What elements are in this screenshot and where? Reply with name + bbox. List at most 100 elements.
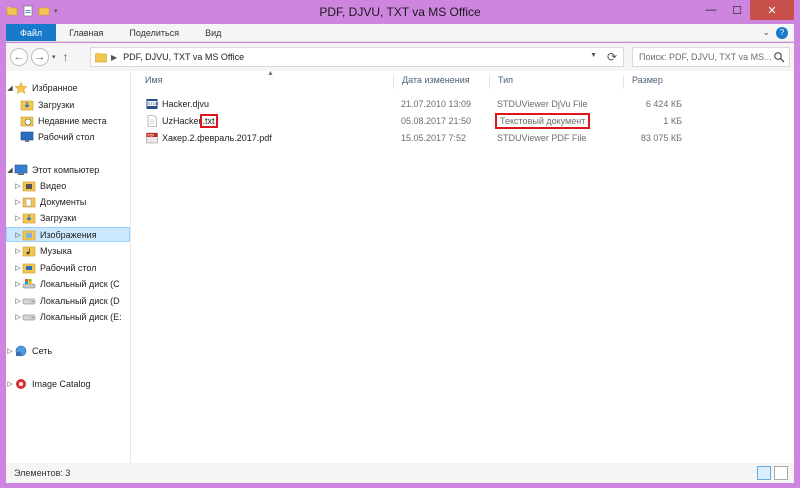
back-button[interactable]: ← — [10, 48, 28, 66]
explorer-window: ▾ PDF, DJVU, TXT va MS Office — ☐ ✕ Файл… — [0, 0, 800, 488]
table-row[interactable]: UzHacker .txt 05.08.2017 21:50 Текстовый … — [132, 112, 794, 129]
chevron-down-icon[interactable]: ▼ — [590, 52, 597, 59]
column-header-size[interactable]: Размер — [623, 75, 703, 89]
nav-item-disk-e[interactable]: ▷ Локальный диск (E: — [6, 309, 130, 324]
file-name: Hacker.djvu — [162, 98, 210, 109]
chevron-right-icon: ▶ — [111, 52, 118, 62]
file-type: STDUViewer PDF File — [497, 132, 587, 143]
nav-label: Локальный диск (C — [40, 278, 120, 289]
column-header-date[interactable]: Дата изменения — [393, 75, 489, 89]
nav-label: Image Catalog — [32, 378, 91, 389]
nav-item-pictures[interactable]: ▷ Изображения — [6, 227, 130, 242]
file-type: STDUViewer DjVu File — [497, 98, 588, 109]
file-name-cell[interactable]: STDU Hacker.djvu — [146, 96, 209, 111]
nav-item-video[interactable]: ▷ Видео — [6, 178, 130, 193]
close-button[interactable]: ✕ — [750, 0, 794, 20]
system-drive-icon — [22, 278, 36, 288]
expand-icon[interactable]: ▷ — [14, 231, 22, 239]
expand-icon[interactable]: ▷ — [14, 214, 22, 222]
image-catalog-icon — [16, 378, 26, 389]
djvu-file-icon: STDU — [146, 98, 158, 109]
nav-item-documents[interactable]: ▷ Документы — [6, 194, 130, 209]
nav-item-downloads-pc[interactable]: ▷ Загрузки — [6, 210, 130, 225]
nav-image-catalog[interactable]: ▷ Image Catalog — [6, 376, 130, 391]
drive-icon — [22, 298, 36, 304]
nav-label: Локальный диск (D — [40, 295, 120, 306]
downloads-folder-icon — [22, 213, 36, 223]
forward-button[interactable]: → — [31, 48, 49, 66]
search-box[interactable]: Поиск: PDF, DJVU, TXT va MS... — [632, 47, 790, 67]
address-path[interactable]: PDF, DJVU, TXT va MS Office — [123, 52, 244, 62]
column-header-name[interactable]: Имя — [137, 75, 401, 89]
recent-places-icon — [20, 116, 34, 126]
tab-view[interactable]: Вид — [192, 24, 234, 41]
expand-icon[interactable]: ▷ — [6, 347, 14, 355]
music-folder-icon — [22, 246, 36, 256]
video-folder-icon — [22, 181, 36, 191]
expand-icon[interactable]: ▷ — [14, 297, 22, 305]
nav-item-music[interactable]: ▷ Музыка — [6, 243, 130, 258]
file-size: 6 424 КБ — [645, 98, 682, 109]
window-title: PDF, DJVU, TXT va MS Office — [319, 5, 481, 19]
expand-icon[interactable]: ▷ — [6, 380, 14, 388]
svg-text:PDF: PDF — [148, 133, 155, 137]
tab-home[interactable]: Главная — [56, 24, 116, 41]
expand-icon[interactable]: ▷ — [14, 182, 22, 190]
nav-item-recent[interactable]: Недавние места — [6, 113, 130, 128]
nav-item-disk-d[interactable]: ▷ Локальный диск (D — [6, 293, 130, 308]
collapse-icon[interactable]: ◢ — [6, 166, 14, 174]
nav-item-downloads[interactable]: Загрузки — [6, 97, 130, 112]
details-view-icon[interactable] — [757, 466, 771, 480]
table-row[interactable]: PDF Хакер.2.февраль.2017.pdf 15.05.2017 … — [132, 130, 794, 145]
maximize-button[interactable]: ☐ — [724, 0, 750, 20]
nav-label: Рабочий стол — [38, 131, 95, 142]
nav-item-disk-c[interactable]: ▷ Локальный диск (C — [6, 276, 130, 291]
large-icons-view-icon[interactable] — [774, 466, 788, 480]
file-name-cell[interactable]: UzHacker .txt — [146, 113, 218, 128]
pictures-folder-icon — [22, 230, 36, 240]
search-input[interactable]: Поиск: PDF, DJVU, TXT va MS... — [639, 52, 772, 62]
desktop-icon — [20, 131, 34, 142]
navigation-buttons: ← → ▾ ↑ — [10, 48, 69, 66]
minimize-button[interactable]: — — [698, 0, 724, 20]
nav-item-desktop-pc[interactable]: ▷ Рабочий стол — [6, 260, 130, 275]
nav-label: Избранное — [32, 82, 78, 93]
collapse-icon[interactable]: ◢ — [6, 84, 14, 92]
expand-ribbon-icon[interactable]: ⌄ — [762, 27, 770, 38]
nav-item-desktop[interactable]: Рабочий стол — [6, 129, 130, 144]
file-list: ▲ Имя Дата изменения Тип Размер STDU Hac… — [132, 70, 794, 463]
file-size: 1 КБ — [663, 115, 682, 126]
nav-favorites[interactable]: ◢ Избранное — [6, 80, 130, 95]
nav-label: Сеть — [32, 345, 53, 356]
file-name-cell[interactable]: PDF Хакер.2.февраль.2017.pdf — [146, 130, 272, 145]
tab-share[interactable]: Поделиться — [116, 24, 192, 41]
recent-locations-icon[interactable]: ▾ — [52, 53, 56, 61]
expand-icon[interactable]: ▷ — [14, 313, 22, 321]
expand-icon[interactable]: ▷ — [14, 198, 22, 206]
tab-file[interactable]: Файл — [6, 24, 57, 41]
search-icon[interactable] — [773, 51, 785, 63]
expand-icon[interactable]: ▷ — [14, 247, 22, 255]
nav-label: Загрузки — [38, 99, 75, 110]
table-row[interactable]: STDU Hacker.djvu 21.07.2010 13:09 STDUVi… — [132, 96, 794, 111]
folder-icon — [95, 52, 107, 62]
up-arrow-icon[interactable]: ↑ — [63, 50, 69, 64]
expand-icon[interactable]: ▷ — [14, 280, 22, 288]
column-header-type[interactable]: Тип — [489, 75, 619, 89]
nav-label: Локальный диск (E: — [40, 311, 122, 322]
content-area: ◢ Избранное Загрузки Недавние места Рабо… — [6, 70, 794, 463]
file-extension-highlight: .txt — [199, 113, 218, 128]
refresh-icon[interactable]: ⟳ — [607, 50, 617, 64]
nav-label: Этот компьютер — [32, 164, 100, 175]
help-icon[interactable]: ? — [776, 27, 788, 39]
file-date: 15.05.2017 7:52 — [401, 132, 467, 143]
pdf-file-icon: PDF — [146, 132, 158, 143]
title-bar: ▾ PDF, DJVU, TXT va MS Office — ☐ ✕ — [0, 0, 800, 24]
file-date: 05.08.2017 21:50 — [401, 115, 472, 126]
address-bar[interactable]: ▶ PDF, DJVU, TXT va MS Office ▼ ⟳ — [90, 47, 624, 67]
nav-network[interactable]: ▷ Сеть — [6, 343, 130, 358]
expand-icon[interactable]: ▷ — [14, 264, 22, 272]
svg-text:STDU: STDU — [148, 101, 158, 106]
nav-label: Рабочий стол — [40, 262, 97, 273]
nav-this-pc[interactable]: ◢ Этот компьютер — [6, 162, 130, 177]
